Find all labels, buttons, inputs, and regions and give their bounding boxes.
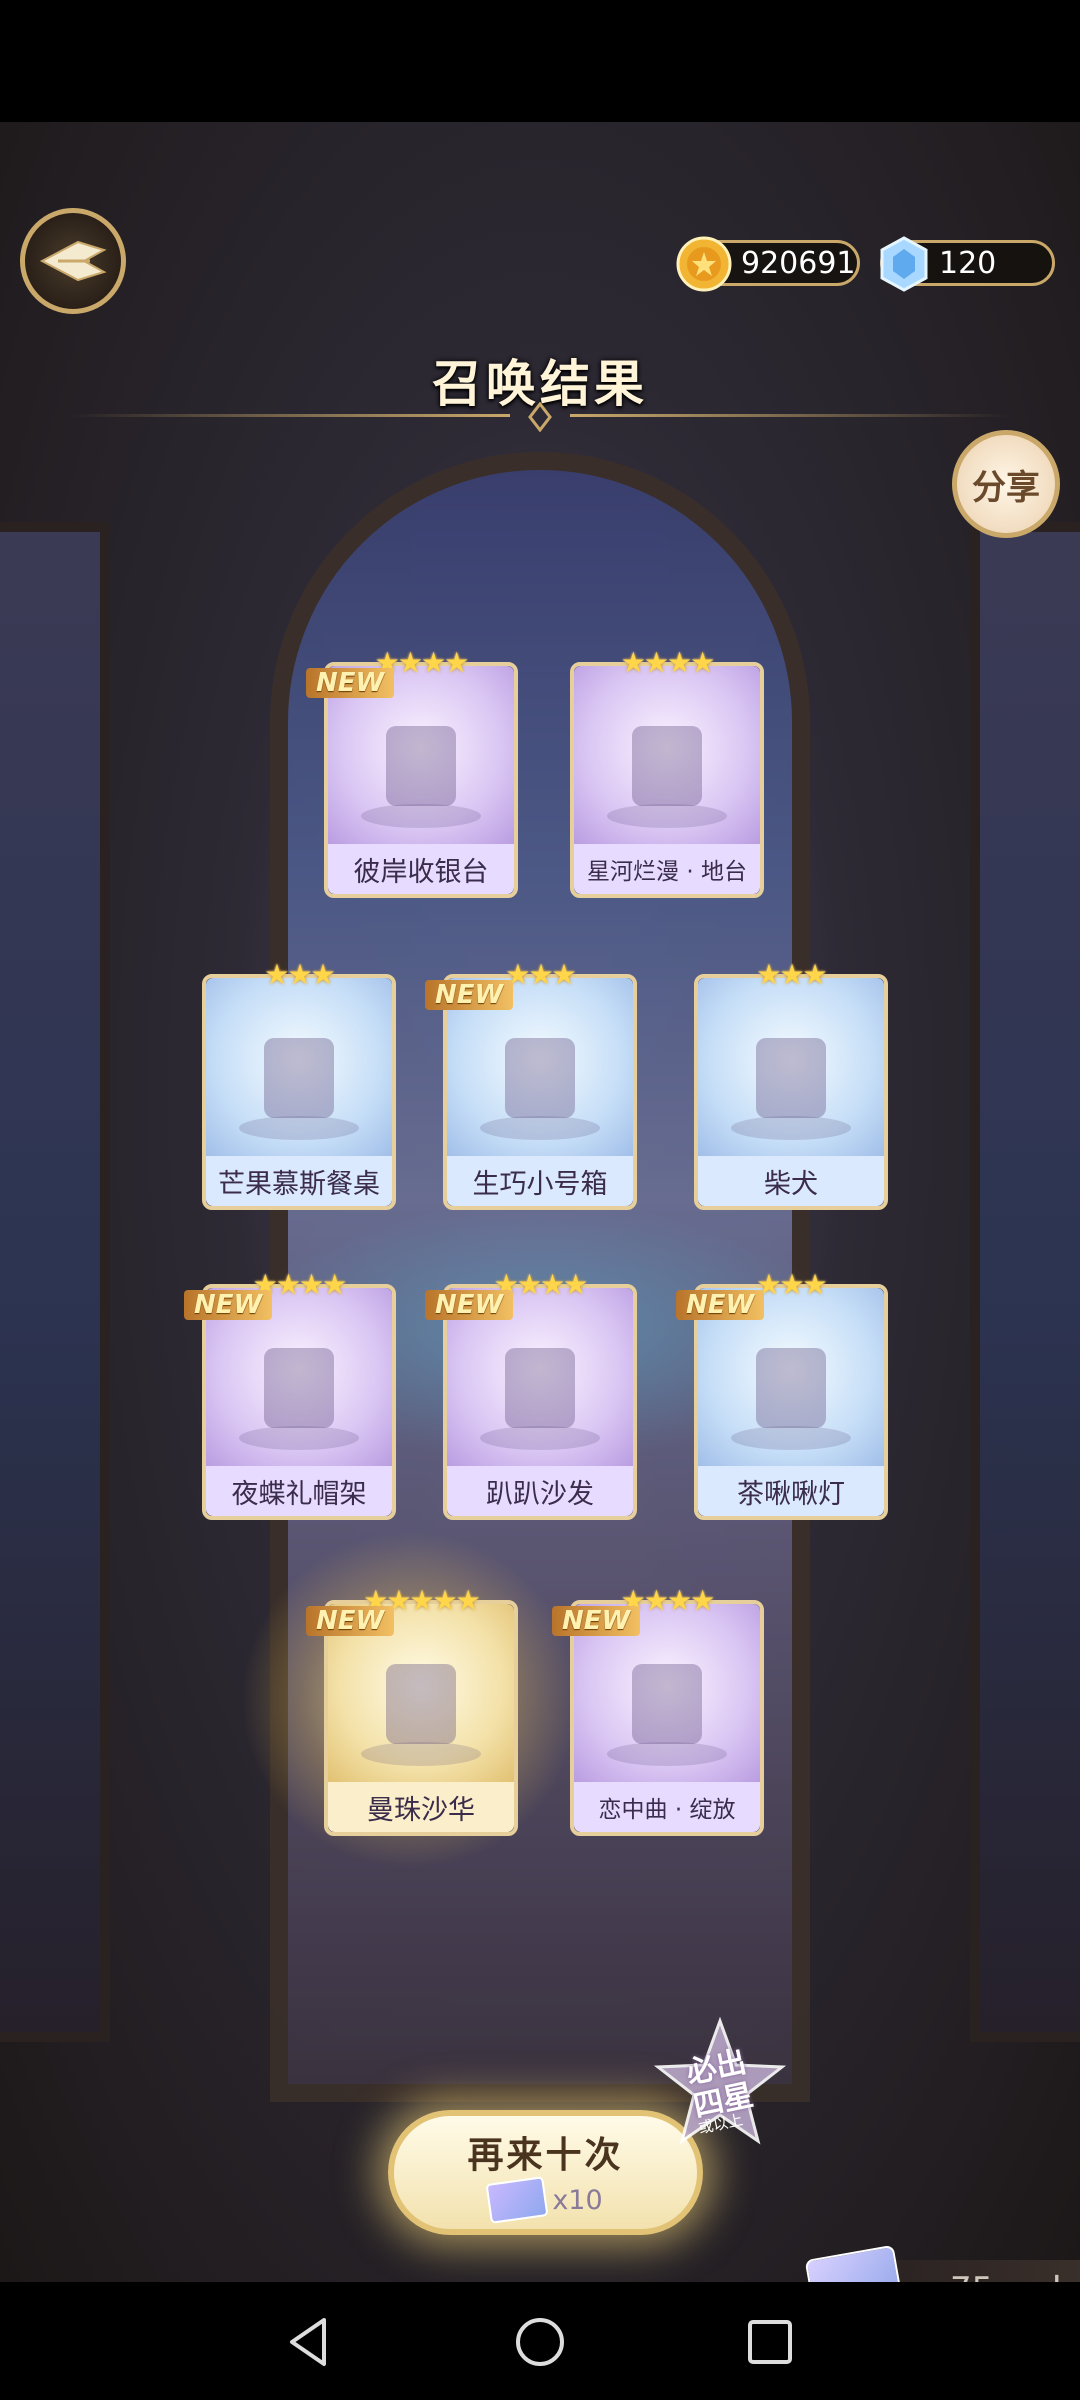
item-name: 恋中曲 · 绽放 (574, 1782, 760, 1832)
right-window-pillar (970, 522, 1080, 2042)
item-name: 星河烂漫 · 地台 (574, 844, 760, 894)
moth-back-icon (39, 240, 107, 282)
four-star-guarantee-badge: 必出四星 或以上 (650, 2015, 790, 2155)
item-artwork (574, 666, 760, 848)
summon-result-card[interactable]: ★★★★★ NEW 曼珠沙华 (306, 1584, 518, 1836)
rarity-stars: ★★★★ (620, 646, 715, 679)
item-name: 生巧小号箱 (447, 1156, 633, 1206)
title-divider-right (570, 414, 1010, 417)
summon-result-card[interactable]: ★★★ 芒果慕斯餐桌 (202, 958, 396, 1210)
summon-result-card[interactable]: ★★★ NEW 生巧小号箱 (425, 958, 637, 1210)
title-banner: 召唤结果 (0, 338, 1080, 438)
summon-result-card[interactable]: ★★★★ NEW 彼岸收银台 (306, 646, 518, 898)
share-button[interactable]: 分享 (952, 430, 1060, 538)
coin-amount: 920691 (741, 245, 856, 281)
summon-result-card[interactable]: ★★★★ NEW 夜蝶礼帽架 (184, 1268, 396, 1520)
item-name: 彼岸收银台 (328, 844, 514, 894)
new-badge: NEW (425, 980, 514, 1010)
item-name: 茶啾啾灯 (698, 1466, 884, 1516)
summon-result-card[interactable]: ★★★ 柴犬 (694, 958, 888, 1210)
new-badge: NEW (306, 668, 395, 698)
system-navigation-bar (0, 2282, 1080, 2400)
item-name: 趴趴沙发 (447, 1466, 633, 1516)
status-bar (0, 0, 1080, 122)
diamond-ornament-icon (528, 402, 552, 432)
item-name: 柴犬 (698, 1156, 884, 1206)
rarity-stars: ★★★ (264, 958, 335, 991)
coin-counter: 920691 (676, 236, 860, 292)
ticket-cost-text: x10 (552, 2184, 603, 2216)
item-name: 夜蝶礼帽架 (206, 1466, 392, 1516)
new-badge: NEW (425, 1290, 514, 1320)
summon-result-card[interactable]: ★★★ NEW 茶啾啾灯 (676, 1268, 888, 1520)
new-badge: NEW (676, 1290, 765, 1320)
item-name: 曼珠沙华 (328, 1782, 514, 1832)
crystal-gem-icon (880, 236, 928, 292)
back-button[interactable] (20, 208, 126, 314)
item-artwork (698, 978, 884, 1160)
gem-amount: 120 (939, 245, 997, 281)
nav-home-icon[interactable] (510, 2312, 570, 2372)
item-artwork (206, 978, 392, 1160)
title-divider-left (70, 414, 510, 417)
rarity-stars: ★★★ (756, 958, 827, 991)
ticket-cost: x10 (394, 2176, 697, 2224)
summon-result-card[interactable]: ★★★★ NEW 恋中曲 · 绽放 (552, 1584, 764, 1836)
new-badge: NEW (306, 1606, 395, 1636)
left-window-pillar (0, 522, 110, 2042)
nav-recents-icon[interactable] (740, 2312, 800, 2372)
summon-result-card[interactable]: ★★★★ 星河烂漫 · 地台 (570, 646, 764, 898)
summon-ticket-icon (485, 2176, 549, 2224)
gem-counter: 120 (880, 236, 1055, 292)
item-name: 芒果慕斯餐桌 (206, 1156, 392, 1206)
nav-back-icon[interactable] (280, 2312, 340, 2372)
new-badge: NEW (184, 1290, 273, 1320)
gold-coin-icon (676, 236, 732, 292)
new-badge: NEW (552, 1606, 641, 1636)
summon-result-card[interactable]: ★★★★ NEW 趴趴沙发 (425, 1268, 637, 1520)
